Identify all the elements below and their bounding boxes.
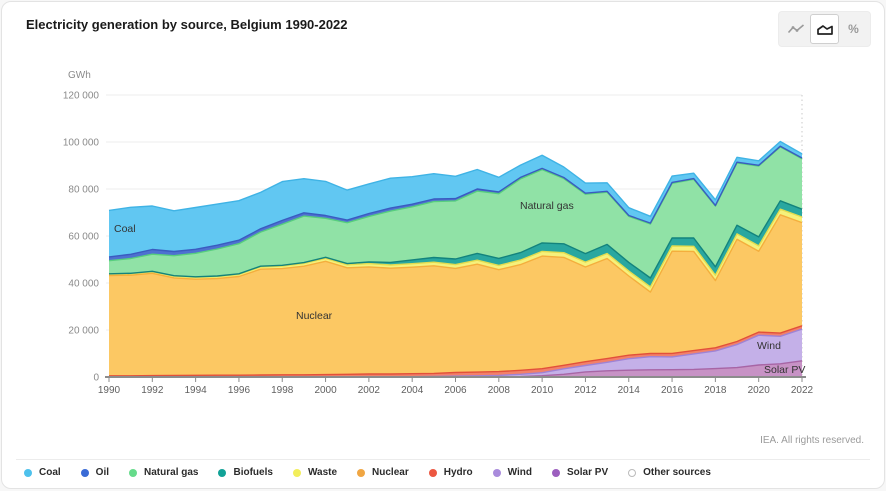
legend-label-solar-pv: Solar PV (567, 467, 608, 478)
x-tick-label: 2014 (618, 385, 641, 396)
x-tick-label: 2022 (791, 385, 814, 396)
legend-item-hydro[interactable]: Hydro (429, 467, 473, 478)
y-tick-label: 20 000 (68, 326, 99, 337)
legend-dot-coal (24, 469, 32, 477)
legend-label-hydro: Hydro (444, 467, 473, 478)
x-tick-label: 2000 (314, 385, 337, 396)
attribution-text: IEA. All rights reserved. (760, 435, 864, 446)
legend-dot-oil (81, 469, 89, 477)
stacked-area-chart: 1990 1992 1994 1996 1998 2000 2002 2004 2006 2008… (2, 2, 885, 432)
legend-dot-nuclear (357, 469, 365, 477)
x-tick-label: 2004 (401, 385, 424, 396)
x-tick-label: 2006 (444, 385, 467, 396)
legend-item-coal[interactable]: Coal (24, 467, 61, 478)
x-tick-label: 2020 (748, 385, 771, 396)
legend-item-other-sources[interactable]: Other sources (628, 467, 711, 478)
legend-item-oil[interactable]: Oil (81, 467, 109, 478)
y-tick-label: 40 000 (68, 279, 99, 290)
area-label-wind: Wind (757, 340, 781, 352)
y-tick-label: 80 000 (68, 185, 99, 196)
legend-dot-natural-gas (129, 469, 137, 477)
legend-item-nuclear[interactable]: Nuclear (357, 467, 409, 478)
legend-label-other-sources: Other sources (643, 467, 711, 478)
x-tick-label: 1992 (141, 385, 164, 396)
y-tick-label: 0 (93, 373, 99, 384)
legend-label-nuclear: Nuclear (372, 467, 409, 478)
legend-item-natural-gas[interactable]: Natural gas (129, 467, 198, 478)
x-tick-label: 2012 (574, 385, 597, 396)
legend-dot-wind (493, 469, 501, 477)
area-label-coal: Coal (114, 223, 136, 235)
footer-divider (16, 459, 870, 460)
legend-item-wind[interactable]: Wind (493, 467, 532, 478)
legend-label-natural-gas: Natural gas (144, 467, 198, 478)
legend-item-biofuels[interactable]: Biofuels (218, 467, 272, 478)
legend-dot-waste (293, 469, 301, 477)
x-tick-label: 1998 (271, 385, 294, 396)
area-label-natural-gas: Natural gas (520, 200, 574, 212)
chart-card: Electricity generation by source, Belgiu… (1, 1, 885, 489)
area-label-solar-pv: Solar PV (764, 364, 805, 376)
x-tick-label: 2002 (358, 385, 381, 396)
legend-dot-solar-pv (552, 469, 560, 477)
chart-legend: Coal Oil Natural gas Biofuels Waste Nuclear Hy… (24, 467, 731, 478)
legend-dot-other-sources (628, 469, 636, 477)
x-tick-label: 1996 (228, 385, 251, 396)
x-tick-label: 2016 (661, 385, 684, 396)
y-tick-label: 120 000 (63, 91, 100, 102)
legend-label-wind: Wind (508, 467, 532, 478)
x-tick-label: 1990 (98, 385, 121, 396)
legend-label-biofuels: Biofuels (233, 467, 272, 478)
x-tick-label: 2010 (531, 385, 554, 396)
y-tick-label: 60 000 (68, 232, 99, 243)
x-tick-label: 2018 (704, 385, 727, 396)
legend-label-coal: Coal (39, 467, 61, 478)
y-tick-label: 100 000 (63, 138, 100, 149)
legend-label-oil: Oil (96, 467, 109, 478)
legend-item-solar-pv[interactable]: Solar PV (552, 467, 608, 478)
x-tick-label: 1994 (185, 385, 208, 396)
legend-label-waste: Waste (308, 467, 337, 478)
x-tick-label: 2008 (488, 385, 511, 396)
legend-item-waste[interactable]: Waste (293, 467, 337, 478)
legend-dot-hydro (429, 469, 437, 477)
legend-dot-biofuels (218, 469, 226, 477)
area-label-nuclear: Nuclear (296, 310, 332, 322)
